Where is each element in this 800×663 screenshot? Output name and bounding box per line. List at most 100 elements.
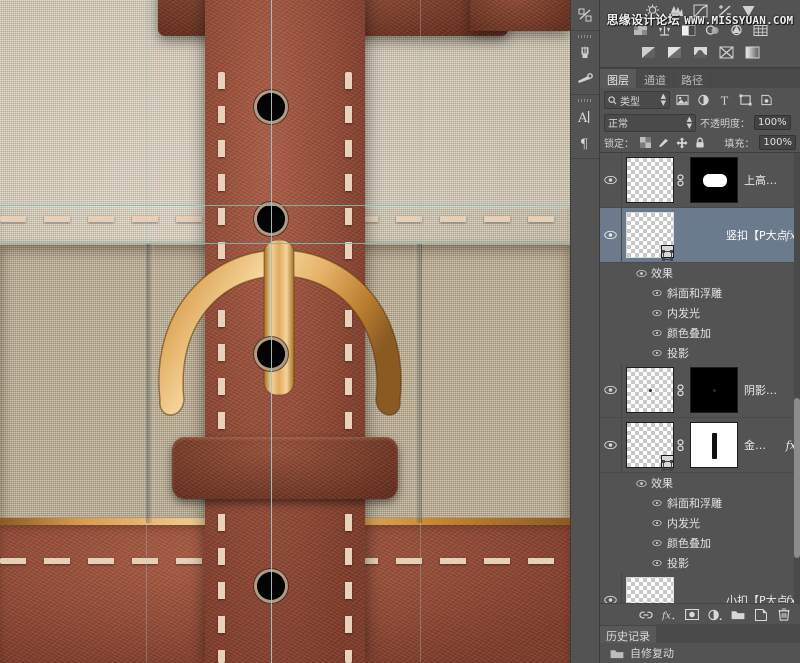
layer-visibility-toggle[interactable]	[600, 573, 622, 603]
brush-icon[interactable]	[571, 40, 599, 66]
effects-visibility-toggle[interactable]	[634, 269, 648, 278]
gradient-map-icon[interactable]	[717, 44, 736, 61]
opacity-label: 不透明度：	[700, 119, 750, 130]
layer-thumbnail[interactable]	[626, 422, 674, 471]
lock-image-icon[interactable]	[657, 136, 670, 149]
watermark-cn: 思缘设计论坛	[606, 13, 680, 27]
tab-channels[interactable]: 通道	[637, 69, 673, 88]
link-mask-icon[interactable]	[674, 438, 686, 452]
blend-mode-value: 正常	[608, 119, 628, 130]
filter-type-icon[interactable]: T	[716, 92, 733, 109]
effect-row-drop-shadow[interactable]: 投影	[600, 553, 800, 573]
history-snapshot-icon	[610, 649, 624, 658]
layer-visibility-toggle[interactable]	[600, 418, 622, 472]
tab-layers[interactable]: 图层	[600, 69, 636, 88]
layer-name[interactable]: 阴影…	[744, 382, 777, 398]
layer-thumbnail[interactable]	[626, 577, 674, 603]
effect-visibility-toggle[interactable]	[650, 349, 664, 357]
effects-group-row[interactable]: 效果	[600, 473, 800, 493]
effect-visibility-toggle[interactable]	[650, 559, 664, 567]
lock-position-icon[interactable]	[675, 136, 688, 149]
layer-thumbnail[interactable]	[626, 157, 674, 203]
layer-mask-thumbnail[interactable]	[690, 157, 738, 203]
filter-smart-icon[interactable]	[758, 92, 775, 109]
type-icon[interactable]: A	[571, 104, 599, 130]
vector-mask-badge	[661, 245, 674, 261]
lock-all-icon[interactable]	[693, 136, 706, 149]
blend-mode-select[interactable]: 正常 ▲ ▼	[604, 113, 696, 132]
selective-color-icon[interactable]	[743, 44, 762, 61]
effects-group-row[interactable]: 效果	[600, 263, 800, 283]
effect-row-color-overlay[interactable]: 颜色叠加	[600, 533, 800, 553]
adjustment-layer-icon[interactable]	[708, 608, 722, 622]
tab-paths[interactable]: 路径	[674, 69, 710, 88]
layer-name[interactable]: 金…	[744, 437, 766, 453]
add-mask-icon[interactable]	[685, 608, 699, 622]
effect-row-drop-shadow[interactable]: 投影	[600, 343, 800, 363]
panel-seam-left	[146, 243, 154, 523]
layer-list-scrollbar[interactable]	[794, 153, 800, 603]
effect-row-inner-glow[interactable]: 内发光	[600, 513, 800, 533]
layer-name[interactable]: 小扣【P大点S】	[726, 592, 786, 603]
layer-thumbnail[interactable]	[626, 367, 674, 413]
filter-kind-select[interactable]: 类型 ▲ ▼	[604, 91, 670, 109]
layer-name[interactable]: 竖扣【P大点S】	[726, 227, 786, 243]
new-layer-icon[interactable]	[754, 608, 768, 622]
document-canvas[interactable]	[0, 0, 570, 663]
layer-list[interactable]: 上高… 竖扣【P大点S】 fx ▲	[600, 153, 800, 603]
layer-visibility-toggle[interactable]	[600, 363, 622, 417]
effects-visibility-toggle[interactable]	[634, 479, 648, 488]
layer-visibility-toggle[interactable]	[600, 153, 622, 207]
layer-style-icon[interactable]: fx	[662, 608, 676, 622]
effect-visibility-toggle[interactable]	[650, 309, 664, 317]
effect-row-bevel[interactable]: 斜面和浮雕	[600, 283, 800, 303]
layer-name[interactable]: 上高…	[744, 172, 777, 188]
svg-text:A: A	[577, 111, 588, 125]
new-group-icon[interactable]	[731, 608, 745, 622]
effect-visibility-toggle[interactable]	[650, 539, 664, 547]
filter-kind-label: 类型	[620, 96, 640, 108]
link-mask-icon[interactable]	[674, 383, 686, 397]
layer-visibility-toggle[interactable]	[600, 208, 622, 262]
invert-icon[interactable]	[639, 44, 658, 61]
layer-mask-thumbnail[interactable]	[690, 422, 738, 468]
effect-row-inner-glow[interactable]: 内发光	[600, 303, 800, 323]
effect-row-bevel[interactable]: 斜面和浮雕	[600, 493, 800, 513]
filter-pixel-icon[interactable]	[674, 92, 691, 109]
layers-panel-footer: fx	[600, 603, 800, 625]
effect-label: 内发光	[667, 517, 700, 530]
delete-layer-icon[interactable]	[777, 608, 791, 622]
layer-row[interactable]: 阴影…	[600, 363, 800, 418]
fill-value[interactable]: 100%	[759, 135, 796, 150]
effect-visibility-toggle[interactable]	[650, 329, 664, 337]
mask-shape	[703, 174, 727, 187]
opacity-value[interactable]: 100%	[754, 115, 791, 130]
watermark: 思缘设计论坛 WWW.MISSYUAN.COM	[600, 11, 800, 28]
effect-visibility-toggle[interactable]	[650, 519, 664, 527]
layer-row[interactable]: 上高…	[600, 153, 800, 208]
history-list[interactable]: 自修复动	[600, 643, 800, 663]
layer-mask-thumbnail[interactable]	[690, 367, 738, 413]
lock-transparent-icon[interactable]	[639, 136, 652, 149]
layer-row[interactable]: 金… fx ▲	[600, 418, 800, 473]
layer-row[interactable]: 小扣【P大点S】 fx ▲	[600, 573, 800, 603]
paragraph-icon[interactable]: ¶	[571, 130, 599, 156]
threshold-icon[interactable]	[691, 44, 710, 61]
filter-shape-icon[interactable]	[737, 92, 754, 109]
link-mask-icon[interactable]	[674, 173, 686, 187]
chevron-updown-icon-2: ▲ ▼	[686, 114, 692, 130]
path-select-icon[interactable]	[571, 2, 599, 28]
scrollbar-thumb[interactable]	[794, 398, 800, 558]
lock-label: 锁定：	[604, 139, 634, 150]
effect-visibility-toggle[interactable]	[650, 499, 664, 507]
tab-history[interactable]: 历史记录	[600, 626, 656, 643]
effect-row-color-overlay[interactable]: 颜色叠加	[600, 323, 800, 343]
layer-thumbnail[interactable]	[626, 212, 674, 261]
effects-label: 效果	[651, 267, 673, 280]
filter-adjustment-icon[interactable]	[695, 92, 712, 109]
eyedropper-icon[interactable]	[571, 66, 599, 92]
link-layers-icon[interactable]	[639, 608, 653, 622]
layer-row[interactable]: 竖扣【P大点S】 fx ▲	[600, 208, 800, 263]
effect-visibility-toggle[interactable]	[650, 289, 664, 297]
posterize-icon[interactable]	[665, 44, 684, 61]
